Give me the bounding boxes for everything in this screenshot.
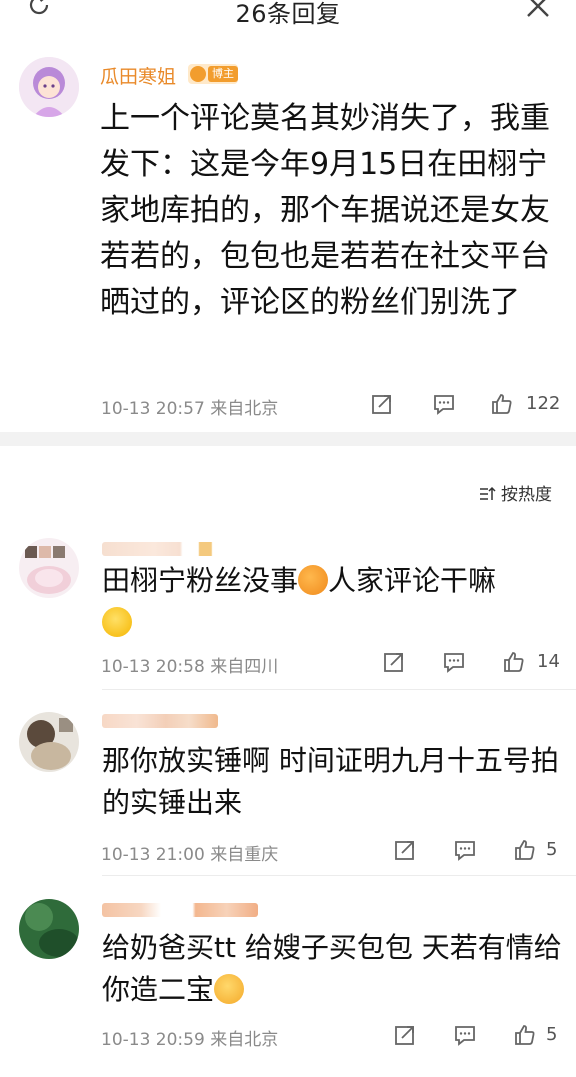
post-content: 上一个评论莫名其妙消失了，我重发下：这是今年9月15日在田栩宁家地库拍的，那个车… bbox=[100, 101, 550, 320]
thumbs-up-icon[interactable] bbox=[490, 392, 514, 416]
user-name[interactable] bbox=[102, 714, 218, 728]
comment-item: 田栩宁粉丝没事 人家评论干嘛 10-13 20:58 来自四川 14 bbox=[0, 530, 576, 690]
comment-icon[interactable] bbox=[453, 1023, 477, 1047]
divider bbox=[102, 689, 576, 690]
like-count: 5 bbox=[546, 1024, 558, 1045]
page-title: 26条回复 bbox=[235, 0, 341, 28]
sort-button[interactable]: 按热度 bbox=[479, 480, 552, 505]
close-icon[interactable] bbox=[524, 0, 552, 20]
comment-actions: 5 bbox=[0, 838, 576, 866]
comment-text: 田栩宁粉丝没事 人家评论干嘛 bbox=[102, 560, 562, 644]
user-name[interactable] bbox=[102, 542, 232, 556]
divider bbox=[102, 875, 576, 876]
blogger-badge: 博主 bbox=[188, 64, 238, 84]
comment-text: 那你放实锤啊 时间证明九月十五号拍的实锤出来 bbox=[102, 744, 559, 819]
comment-item: 那你放实锤啊 时间证明九月十五号拍的实锤出来 10-13 21:00 来自重庆 … bbox=[0, 700, 576, 876]
share-icon[interactable] bbox=[370, 392, 394, 416]
share-icon[interactable] bbox=[382, 650, 406, 674]
thumbs-up-icon[interactable] bbox=[513, 838, 537, 862]
comment-item: 给奶爸买tt 给嫂子买包包 天若有情给你造二宝 10-13 20:59 来自北京… bbox=[0, 885, 576, 1065]
comment-icon[interactable] bbox=[432, 392, 456, 416]
user-name[interactable] bbox=[102, 903, 258, 917]
thumbs-up-icon[interactable] bbox=[502, 650, 526, 674]
top-bar: 26条回复 bbox=[0, 0, 576, 40]
comment-actions: 14 bbox=[0, 650, 576, 678]
share-icon[interactable] bbox=[393, 838, 417, 862]
sort-icon bbox=[480, 486, 496, 500]
thumbs-up-icon[interactable] bbox=[513, 1023, 537, 1047]
comment-actions: 5 bbox=[0, 1023, 576, 1051]
sort-label: 按热度 bbox=[501, 485, 552, 505]
avatar[interactable] bbox=[19, 899, 79, 959]
main-post: 瓜田寒姐 博主 上一个评论莫名其妙消失了，我重发下：这是今年9月15日在田栩宁家… bbox=[0, 40, 576, 432]
comment-text: 给奶爸买tt 给嫂子买包包 天若有情给你造二宝 bbox=[102, 931, 562, 1006]
like-count: 5 bbox=[546, 839, 558, 860]
smiling-hearts-emoji-icon bbox=[214, 974, 245, 1004]
orange-emoji-icon bbox=[298, 565, 329, 595]
post-actions: 122 bbox=[0, 392, 576, 420]
avatar[interactable] bbox=[19, 712, 79, 772]
like-count: 122 bbox=[526, 393, 561, 414]
comment-icon[interactable] bbox=[442, 650, 466, 674]
comment-icon[interactable] bbox=[453, 838, 477, 862]
like-count: 14 bbox=[537, 651, 560, 672]
section-divider bbox=[0, 432, 576, 446]
badge-icon bbox=[190, 66, 206, 82]
author-name[interactable]: 瓜田寒姐 bbox=[100, 62, 176, 89]
avatar[interactable] bbox=[19, 538, 79, 598]
share-icon[interactable] bbox=[393, 1023, 417, 1047]
laughing-emoji-icon bbox=[102, 607, 132, 637]
avatar[interactable] bbox=[19, 57, 79, 117]
